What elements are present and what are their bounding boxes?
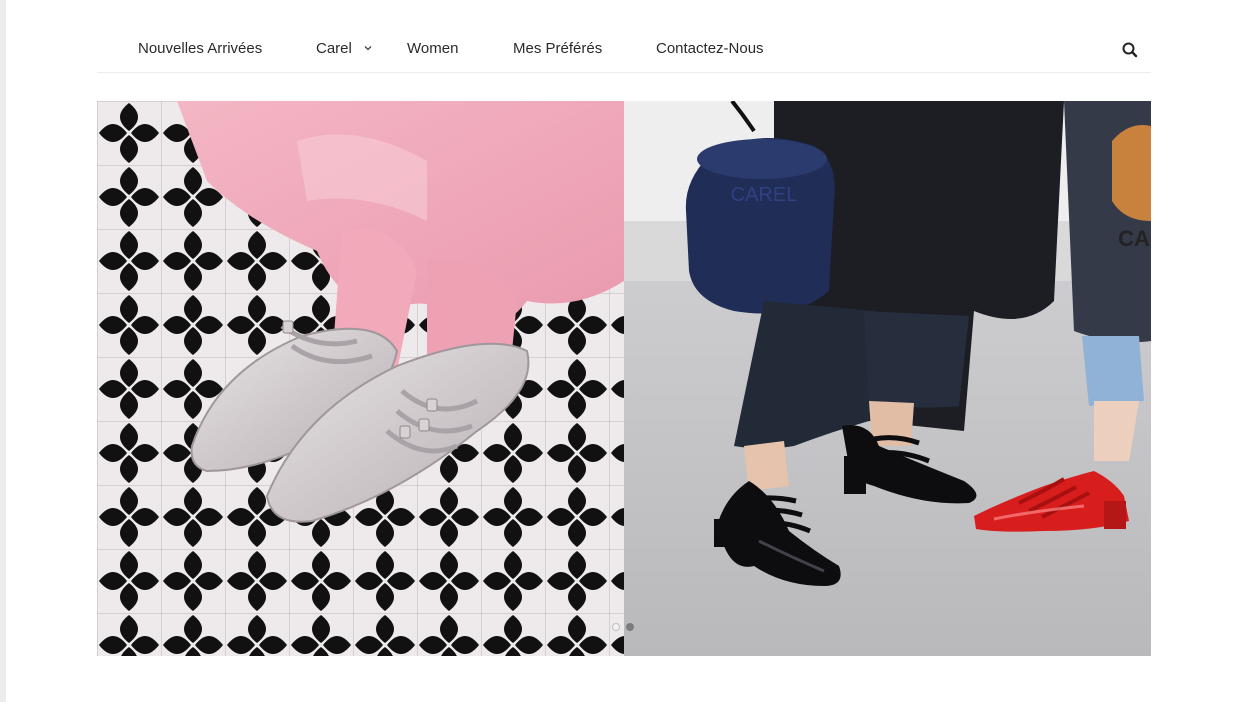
svg-text:CA: CA — [1118, 226, 1150, 251]
hero-image-street-style: CAREL CA — [624, 101, 1151, 656]
slider-dot-2[interactable] — [626, 623, 634, 631]
page-edge — [0, 0, 6, 702]
nav-item-mes-preferes[interactable]: Mes Préférés — [513, 40, 602, 57]
chevron-down-icon[interactable] — [363, 43, 373, 53]
slider-dot-1[interactable] — [612, 623, 620, 631]
hero-slider[interactable]: CAREL CA — [97, 101, 1151, 656]
main-nav: Nouvelles Arrivées Carel Women Mes Préfé… — [97, 28, 1151, 73]
nav-item-nouvelles-arrivees[interactable]: Nouvelles Arrivées — [138, 40, 262, 57]
search-icon[interactable] — [1121, 41, 1139, 59]
bag-lettering-navy: CAREL — [731, 184, 798, 206]
silver-shoes-illustration — [97, 101, 624, 656]
street-style-illustration: CAREL CA — [624, 101, 1151, 656]
nav-item-contactez-nous[interactable]: Contactez-Nous — [656, 40, 764, 57]
nav-item-women[interactable]: Women — [407, 40, 458, 57]
slider-pagination — [612, 623, 634, 631]
nav-item-carel[interactable]: Carel — [316, 40, 352, 57]
hero-image-silver-shoes — [97, 101, 624, 656]
